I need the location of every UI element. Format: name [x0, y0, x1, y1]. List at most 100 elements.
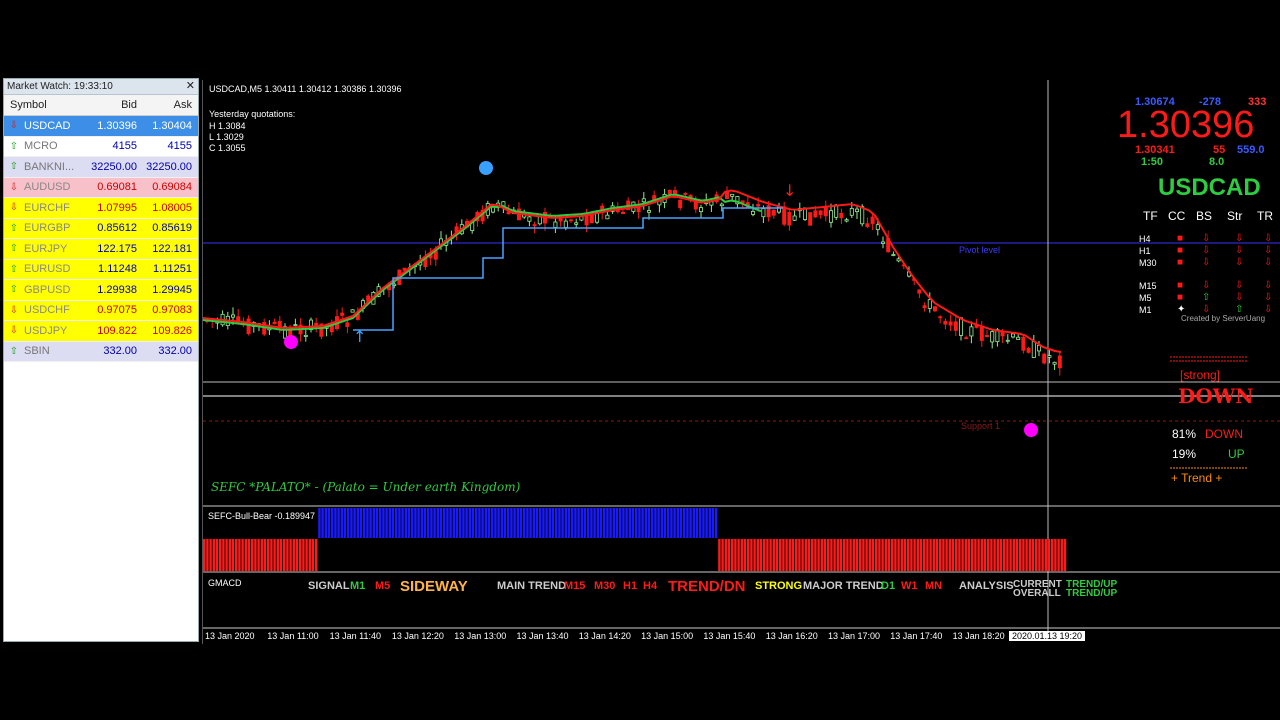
bull-bar: [491, 508, 494, 538]
bull-bar: [343, 508, 347, 538]
bear-bar: [1025, 539, 1028, 571]
bear-bar: [862, 539, 865, 571]
arrow-down-icon: ⇩: [1264, 292, 1273, 303]
column-symbol[interactable]: Symbol: [4, 99, 86, 111]
market-watch-row[interactable]: ⇩ USDCAD 1.30396 1.30404: [4, 116, 198, 137]
direction-label: DOWN: [1178, 384, 1254, 408]
market-watch-list: ⇩ USDCAD 1.30396 1.30404 ⇧ MCRO 4155 4155 ⇧ BANKN…: [4, 116, 198, 362]
arrow-up-icon: ⇧: [1202, 292, 1211, 303]
column-bid[interactable]: Bid: [86, 99, 140, 111]
bull-bar: [327, 508, 331, 538]
bear-bar: [958, 539, 961, 571]
bear-bar: [977, 539, 980, 571]
candle-body: [303, 334, 308, 337]
candle-body: [293, 324, 298, 327]
bear-bar: [820, 539, 823, 571]
market-watch-row[interactable]: ⇧ EURUSD 1.11248 1.11251: [4, 259, 198, 280]
yesterday-low: L 1.3029: [209, 132, 244, 142]
column-ask[interactable]: Ask: [140, 99, 196, 111]
bear-bar: [759, 539, 763, 571]
bull-bar: [551, 508, 555, 538]
bear-bar: [1015, 539, 1019, 571]
bear-bar: [967, 539, 971, 571]
bull-bar: [609, 508, 612, 538]
bull-bar: [519, 508, 523, 538]
arrow-down-icon: ⇩: [1235, 292, 1244, 303]
bear-bar: [900, 539, 903, 571]
market-watch-row[interactable]: ⇧ GBPUSD 1.29938 1.29945: [4, 280, 198, 301]
down-arrow-icon: ↓: [783, 181, 796, 200]
bear-bar: [1051, 539, 1054, 571]
market-watch-row[interactable]: ⇩ EURCHF 1.07995 1.08005: [4, 198, 198, 219]
market-watch-row[interactable]: ⇧ MCRO 4155 4155: [4, 136, 198, 157]
bear-bar: [279, 539, 283, 571]
bear-bar: [1057, 539, 1060, 571]
bull-bar: [356, 508, 359, 538]
bear-bar: [775, 539, 779, 571]
bear-bar: [276, 539, 279, 571]
bear-bar: [785, 539, 788, 571]
row-symbol: ⇧ EURUSD: [4, 263, 86, 275]
row-symbol-text: USDJPY: [24, 324, 68, 337]
col-tr: TR: [1257, 209, 1273, 223]
market-watch-row[interactable]: ⇧ EURJPY 122.175 122.181: [4, 239, 198, 260]
candle-body: [553, 221, 558, 228]
market-watch-row[interactable]: ⇧ EURGBP 0.85612 0.85619: [4, 218, 198, 239]
market-watch-row[interactable]: ⇩ USDCHF 0.97075 0.97083: [4, 300, 198, 321]
bull-bar: [603, 508, 606, 538]
bull-bar: [455, 508, 459, 538]
candle-body: [922, 305, 927, 309]
market-watch-row[interactable]: ⇩ AUDUSD 0.69081 0.69084: [4, 177, 198, 198]
row-bid: 4155: [112, 140, 137, 153]
market-watch-row[interactable]: ⇧ BANKNI... 32250.00 32250.00: [4, 157, 198, 178]
bear-bar: [737, 539, 740, 571]
bull-bar: [625, 508, 628, 538]
bear-bar: [964, 539, 967, 571]
main-m30: M30: [594, 580, 616, 592]
bull-bar: [561, 508, 564, 538]
market-watch-row[interactable]: ⇧ SBIN 332.00 332.00: [4, 341, 198, 362]
row-symbol-text: EURGBP: [24, 222, 71, 235]
arrow-down-icon: ⇩: [1264, 233, 1273, 244]
bull-bar: [555, 508, 558, 538]
bear-bar: [1003, 539, 1006, 571]
bull-bar: [657, 508, 660, 538]
bear-bar: [996, 539, 999, 571]
bull-bar: [647, 508, 651, 538]
chart-window[interactable]: ↓ ↑ USDCAD,M5 1.30411 1.30412 1.30386 1.3…: [202, 80, 1280, 644]
bear-bar: [273, 539, 276, 571]
price-chart[interactable]: ↓↑: [203, 80, 1280, 644]
time-cursor-label: 2020.01.13 19:20: [1009, 631, 1086, 641]
bear-bar: [231, 539, 235, 571]
square-icon: ■: [1177, 257, 1184, 268]
bull-bar: [622, 508, 625, 538]
candle-body: [672, 190, 677, 195]
ma-green-line: [203, 193, 762, 331]
market-watch-titlebar[interactable]: Market Watch: 19:33:10 ✕: [4, 79, 198, 95]
bull-bar: [417, 508, 420, 538]
time-axis-label: 13 Jan 13:40: [516, 631, 569, 641]
square-icon: ■: [1177, 233, 1184, 244]
square-icon: ■: [1177, 280, 1184, 291]
bear-bar: [779, 539, 782, 571]
arrow-down-icon: ⇩: [1202, 257, 1211, 268]
bear-bar: [849, 539, 852, 571]
row-symbol: ⇩ USDJPY: [4, 325, 86, 337]
close-icon[interactable]: ✕: [186, 79, 195, 94]
buy-marker: [479, 161, 493, 175]
support-label: Support 1: [961, 421, 1001, 431]
bull-bar: [580, 508, 583, 538]
row-bid: 0.69081: [97, 181, 137, 194]
bear-bar: [903, 539, 907, 571]
market-watch-row[interactable]: ⇩ USDJPY 109.822 109.826: [4, 321, 198, 342]
bear-bar: [990, 539, 993, 571]
candle-body: [917, 289, 922, 294]
bull-bar: [635, 508, 638, 538]
arrow-down-icon: ⇩: [1264, 245, 1273, 256]
bull-bar: [475, 508, 478, 538]
bear-bar: [945, 539, 948, 571]
bull-bar: [542, 508, 545, 538]
main-trend-label: MAIN TREND: [497, 580, 567, 592]
candle-body: [756, 204, 761, 207]
bull-bar: [478, 508, 481, 538]
